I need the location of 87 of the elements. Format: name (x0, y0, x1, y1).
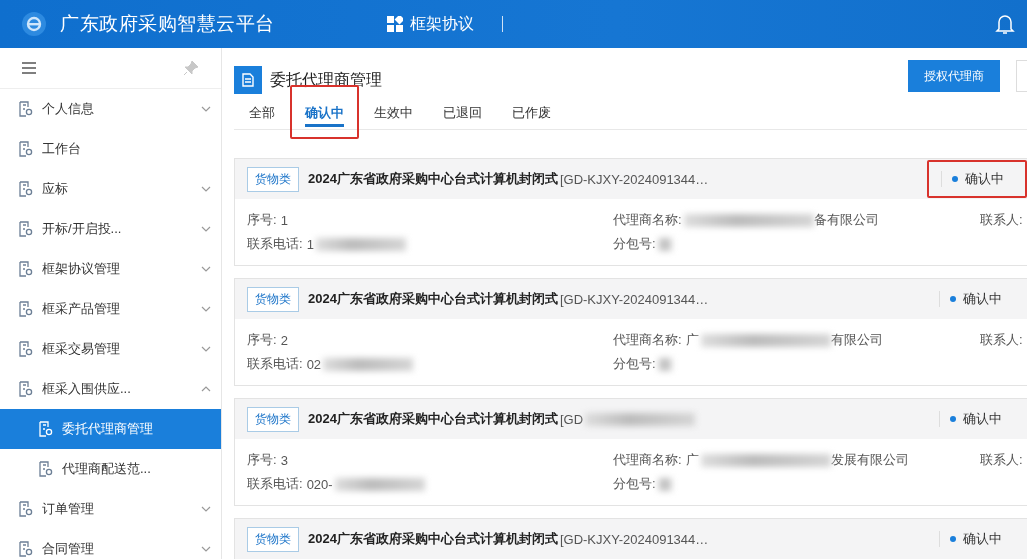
chevron-down-icon[interactable] (201, 506, 211, 512)
contract-code: [GD-KJXY-2024091344… (559, 291, 709, 307)
document-icon (18, 381, 33, 397)
chevron-up-icon[interactable] (201, 386, 211, 392)
chevron-down-icon[interactable] (201, 306, 211, 312)
sidebar-item[interactable]: 开标/开启投... (0, 209, 221, 249)
pin-icon[interactable] (183, 60, 199, 76)
chevron-down-icon[interactable] (201, 266, 211, 272)
sidebar-item[interactable]: 应标 (0, 169, 221, 209)
sidebar-item[interactable]: 框采入围供应... (0, 369, 221, 409)
sidebar-item[interactable]: 工作台 (0, 129, 221, 169)
document-icon (18, 341, 33, 357)
sidebar-item[interactable]: 委托代理商管理 (0, 409, 221, 449)
field-label: 代理商名称: (613, 211, 682, 229)
chevron-down-icon[interactable] (201, 346, 211, 352)
category-tag: 货物类 (247, 526, 299, 552)
field-label: 序号: (247, 211, 277, 229)
chevron-down-icon[interactable] (201, 186, 211, 192)
chevron-down-icon[interactable] (201, 106, 211, 112)
field-value: 发展有限公司 (830, 451, 909, 469)
document-icon (18, 261, 33, 277)
field-label: 序号: (247, 451, 277, 469)
field-label: 联系电话: (247, 355, 303, 373)
authorize-agent-button[interactable]: 授权代理商 (908, 60, 1000, 92)
field-label: 联系人: (980, 451, 1023, 469)
sidebar-item[interactable]: 代理商配送范... (0, 449, 221, 489)
document-icon (18, 301, 33, 317)
field-value: 1 (280, 212, 288, 228)
field-label: 序号: (247, 331, 277, 349)
sidebar-item[interactable]: 框架协议管理 (0, 249, 221, 289)
status-label: 确认中 (927, 520, 1027, 558)
field-label: 分包号: (613, 235, 656, 253)
field-label: 分包号: (613, 355, 656, 373)
field-label: 联系电话: (247, 475, 303, 493)
app-title: 广东政府采购智慧云平台 (60, 12, 275, 36)
field-value: 2 (280, 332, 288, 348)
field-value: 广 (685, 451, 699, 469)
field-value: 02 (306, 356, 322, 372)
contract-title: 2024广东省政府采购中心台式计算机封闭式 (308, 170, 558, 188)
field-label: 分包号: (613, 475, 656, 493)
chevron-down-icon[interactable] (201, 546, 211, 552)
contract-code: [GD (559, 411, 584, 427)
grid-icon (386, 16, 403, 32)
field-label: 联系人: (980, 331, 1023, 349)
tab[interactable]: 已作废 (497, 85, 566, 139)
status-label: 确认中 (927, 400, 1027, 438)
chevron-down-icon[interactable] (201, 226, 211, 232)
contract-title: 2024广东省政府采购中心台式计算机封闭式 (308, 410, 558, 428)
document-icon (234, 66, 262, 94)
tab[interactable]: 已退回 (428, 85, 497, 139)
contract-code: [GD-KJXY-2024091344… (559, 531, 709, 547)
document-icon (38, 461, 53, 477)
sidebar-item[interactable]: 框采产品管理 (0, 289, 221, 329)
status-label: 确认中 (927, 160, 1027, 198)
document-icon (18, 141, 33, 157)
document-icon (18, 181, 33, 197)
field-value: 1 (306, 236, 314, 252)
tab[interactable]: 确认中 (290, 85, 359, 139)
document-icon (18, 101, 33, 117)
menu-icon[interactable] (22, 62, 36, 74)
module-link[interactable]: 框架协议 (409, 13, 474, 35)
field-label: 联系人: (980, 211, 1023, 229)
field-value: 广 (685, 331, 699, 349)
contract-title: 2024广东省政府采购中心台式计算机封闭式 (308, 530, 558, 548)
document-icon (38, 421, 53, 437)
category-tag: 货物类 (247, 166, 299, 192)
field-value: 有限公司 (830, 331, 883, 349)
field-label: 代理商名称: (613, 451, 682, 469)
field-label: 代理商名称: (613, 331, 682, 349)
category-tag: 货物类 (247, 286, 299, 312)
contract-title: 2024广东省政府采购中心台式计算机封闭式 (308, 290, 558, 308)
status-label: 确认中 (927, 280, 1027, 318)
field-value: 备有限公司 (813, 211, 879, 229)
notification-bell-icon[interactable] (995, 13, 1015, 35)
document-icon (18, 221, 33, 237)
document-icon (18, 541, 33, 557)
sidebar-item[interactable]: 合同管理 (0, 529, 221, 559)
contract-code: [GD-KJXY-2024091344… (559, 171, 709, 187)
logo-icon (22, 12, 46, 36)
category-tag: 货物类 (247, 406, 299, 432)
sidebar-item[interactable]: 个人信息 (0, 89, 221, 129)
field-value: 020- (306, 476, 333, 492)
sidebar-item[interactable]: 框采交易管理 (0, 329, 221, 369)
document-icon (18, 501, 33, 517)
field-value: 3 (280, 452, 288, 468)
field-label: 联系电话: (247, 235, 303, 253)
sidebar-item[interactable]: 订单管理 (0, 489, 221, 529)
